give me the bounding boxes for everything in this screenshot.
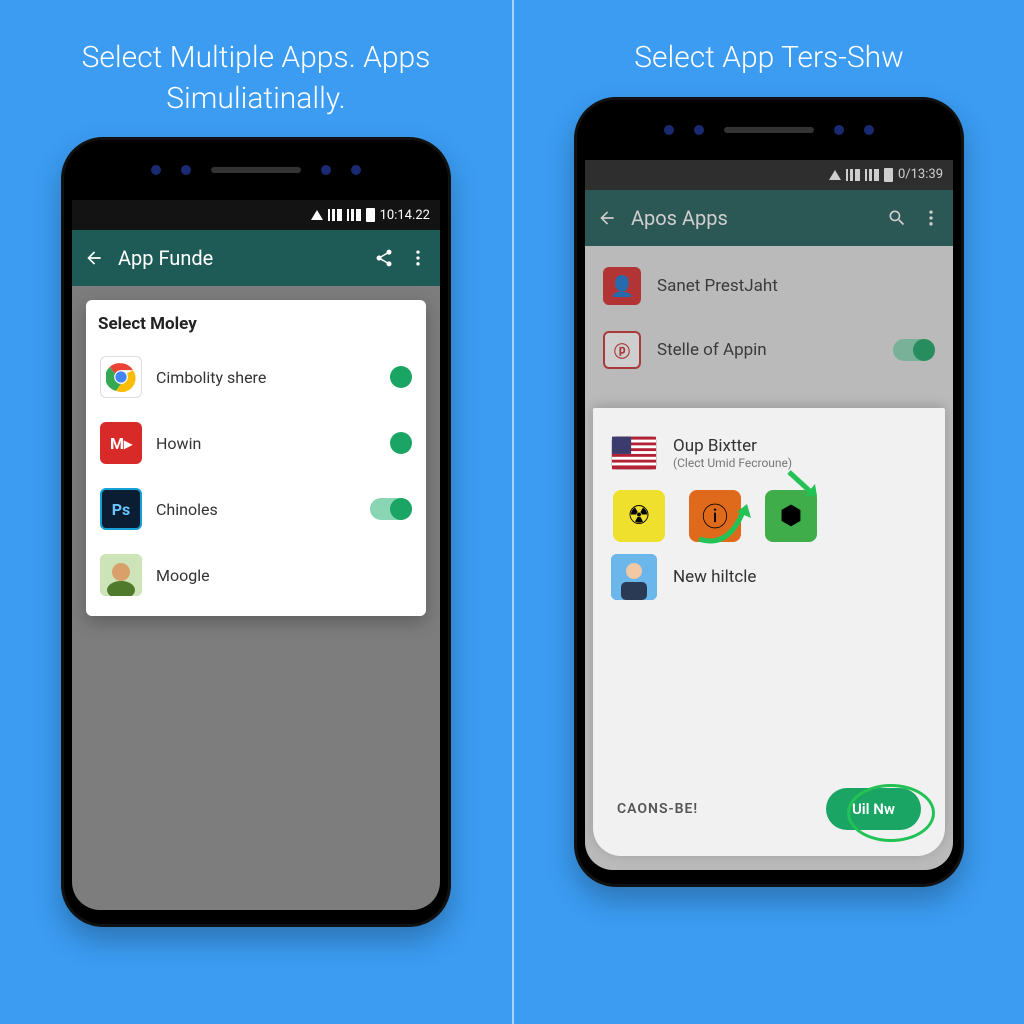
select-card: Select Moley Cimbolity shere M▸ Howin Ps… — [86, 300, 426, 616]
sheet-header-row[interactable]: Oup Bixtter (Clect Umid Fecroune) — [611, 428, 927, 478]
sheet-header-title: Oup Bixtter — [673, 436, 792, 456]
battery-icon — [366, 208, 375, 222]
cancel-button[interactable]: CAONS-BE! — [617, 801, 698, 817]
overflow-icon[interactable] — [408, 248, 428, 268]
app-row-moogle[interactable]: Moogle — [98, 542, 414, 608]
signal-icon — [347, 209, 361, 221]
app-bar-title: App Funde — [118, 246, 360, 270]
wifi-icon — [311, 210, 323, 220]
app-tile-1[interactable]: ☢ — [613, 490, 665, 542]
flag-icon — [611, 436, 657, 470]
status-bar: 10:14.22 — [72, 200, 440, 230]
headline-left: Select Multiple Apps. Apps Simuliatinall… — [0, 38, 512, 137]
app-bar: App Funde — [72, 230, 440, 286]
app-row-label: Chinoles — [156, 500, 356, 519]
app-tile-row: ☢ ⓘ ⬢ — [611, 478, 927, 546]
promo-panel-right: Select App Ters-Shw 0/13:39 Apos Apps — [512, 0, 1024, 1024]
photoshop-icon: Ps — [100, 488, 142, 530]
avatar-icon — [611, 554, 657, 600]
selected-dot[interactable] — [390, 366, 412, 388]
signal-icon — [328, 209, 342, 221]
confirm-button[interactable]: Uil Nw — [826, 788, 921, 830]
selected-dot[interactable] — [390, 432, 412, 454]
app-tile-3[interactable]: ⬢ — [765, 490, 817, 542]
phone-frame-right: 0/13:39 Apos Apps 👤 Sanet PrestJaht ⓟ St… — [574, 97, 964, 887]
sheet-item-label: New hiltcle — [673, 567, 756, 587]
screen-left: 10:14.22 App Funde Select Moley Cimbolit… — [72, 200, 440, 910]
app-row-label: Moogle — [156, 566, 412, 585]
status-time: 10:14.22 — [380, 208, 430, 223]
app-row-howin[interactable]: M▸ Howin — [98, 410, 414, 476]
photo-icon — [100, 554, 142, 596]
promo-panel-left: Select Multiple Apps. Apps Simuliatinall… — [0, 0, 512, 1024]
app-row-label: Cimbolity shere — [156, 368, 376, 387]
sheet-item[interactable]: New hiltcle — [611, 546, 927, 608]
app-row-ps[interactable]: Ps Chinoles — [98, 476, 414, 542]
bottom-sheet: Oup Bixtter (Clect Umid Fecroune) ☢ ⓘ ⬢ … — [593, 408, 945, 856]
card-title: Select Moley — [98, 314, 414, 334]
toggle-switch[interactable] — [370, 498, 412, 520]
phone-frame-left: 10:14.22 App Funde Select Moley Cimbolit… — [61, 137, 451, 927]
headline-right: Select App Ters-Shw — [514, 38, 1024, 97]
back-icon[interactable] — [84, 248, 104, 268]
app-row-label: Howin — [156, 434, 376, 453]
red-app-icon: M▸ — [100, 422, 142, 464]
screen-right: 0/13:39 Apos Apps 👤 Sanet PrestJaht ⓟ St… — [585, 160, 953, 870]
sheet-header-sub: (Clect Umid Fecroune) — [673, 456, 792, 470]
sheet-actions: CAONS-BE! Uil Nw — [611, 770, 927, 856]
app-row-chrome[interactable]: Cimbolity shere — [98, 344, 414, 410]
share-icon[interactable] — [374, 248, 394, 268]
chrome-icon — [100, 356, 142, 398]
phone-bezel — [577, 100, 961, 160]
app-tile-2[interactable]: ⓘ — [689, 490, 741, 542]
phone-bezel — [64, 140, 448, 200]
